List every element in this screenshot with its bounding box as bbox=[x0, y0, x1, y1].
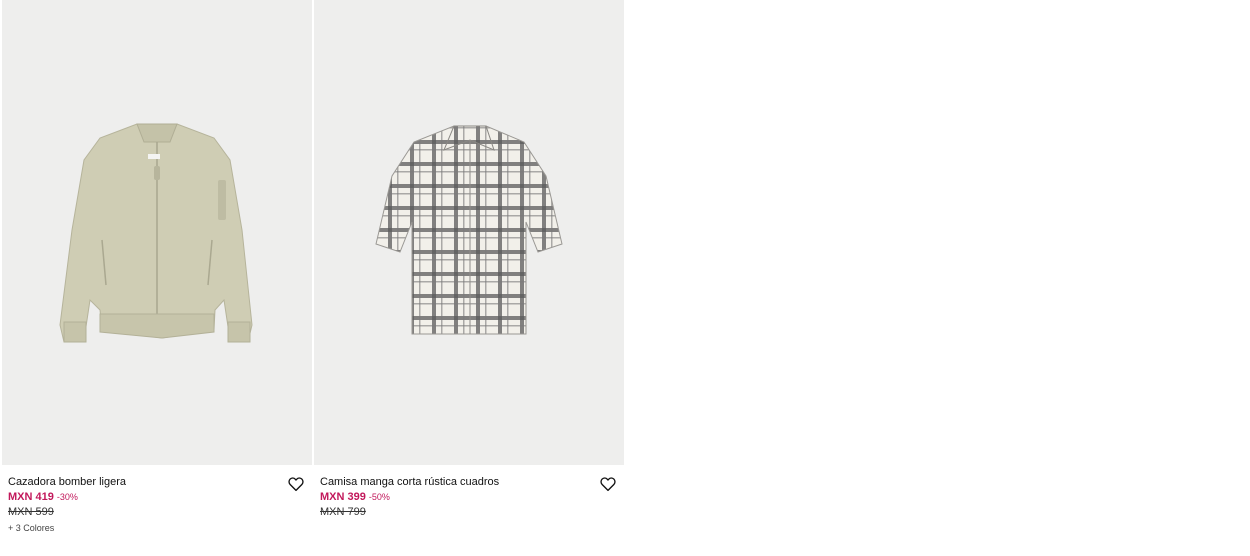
bomber-jacket-image bbox=[59, 123, 253, 343]
price-row: MXN 419 -30% bbox=[8, 490, 308, 505]
product-info: Cazadora bomber ligera MXN 419 -30% MXN 5… bbox=[8, 475, 308, 535]
current-price: MXN 399 bbox=[320, 491, 366, 503]
product-name[interactable]: Cazadora bomber ligera bbox=[8, 475, 308, 489]
plaid-shirt-image bbox=[375, 125, 563, 335]
discount-badge: -30% bbox=[56, 492, 78, 502]
current-price: MXN 419 bbox=[8, 491, 54, 503]
product-card[interactable]: Camisa manga corta rústica cuadros MXN 3… bbox=[314, 0, 624, 556]
more-colors-label[interactable]: + 3 Colores bbox=[8, 521, 308, 535]
product-info: Camisa manga corta rústica cuadros MXN 3… bbox=[320, 475, 620, 520]
product-image-plaid-shirt[interactable] bbox=[314, 0, 624, 465]
favorite-button[interactable] bbox=[287, 475, 305, 493]
heart-outline-icon bbox=[600, 477, 616, 492]
product-name[interactable]: Camisa manga corta rústica cuadros bbox=[320, 475, 620, 489]
product-card[interactable]: Cazadora bomber ligera MXN 419 -30% MXN 5… bbox=[2, 0, 312, 556]
price-row: MXN 399 -50% bbox=[320, 490, 620, 505]
product-grid: Cazadora bomber ligera MXN 419 -30% MXN 5… bbox=[0, 0, 1250, 556]
original-price: MXN 799 bbox=[320, 506, 366, 518]
original-price: MXN 599 bbox=[8, 506, 54, 518]
product-image-bomber-jacket[interactable] bbox=[2, 0, 312, 465]
discount-badge: -50% bbox=[368, 492, 390, 502]
favorite-button[interactable] bbox=[599, 475, 617, 493]
heart-outline-icon bbox=[288, 477, 304, 492]
